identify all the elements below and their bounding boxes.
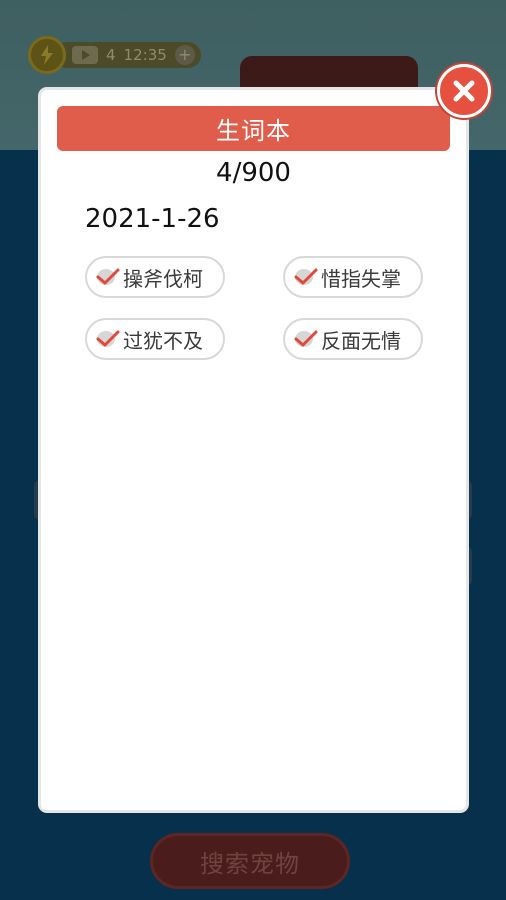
word-chip[interactable]: 过犹不及	[85, 318, 225, 360]
timer: 12:35	[123, 46, 167, 64]
hud-status-pill: 4 12:35 +	[54, 42, 201, 68]
video-count: 4	[106, 46, 116, 64]
word-chip[interactable]: 操斧伐柯	[85, 256, 225, 298]
word-text: 惜指失掌	[321, 266, 401, 291]
energy-icon[interactable]	[28, 36, 66, 74]
word-chip[interactable]: 惜指失掌	[283, 256, 423, 298]
video-icon[interactable]	[72, 46, 98, 64]
word-text: 过犹不及	[123, 328, 203, 353]
close-button[interactable]	[437, 64, 491, 118]
close-icon	[453, 80, 475, 102]
top-hud: 4 12:35 +	[28, 36, 201, 74]
word-grid: 操斧伐柯 惜指失掌 过犹不及 反面无情	[85, 256, 423, 360]
dialog-title: 生词本	[57, 106, 450, 151]
check-icon	[293, 328, 319, 350]
word-text: 反面无情	[321, 328, 401, 353]
progress-count: 4/900	[216, 158, 291, 188]
plus-icon[interactable]: +	[174, 45, 195, 65]
word-text: 操斧伐柯	[123, 266, 203, 291]
word-chip[interactable]: 反面无情	[283, 318, 423, 360]
check-icon	[95, 328, 121, 350]
check-icon	[293, 266, 319, 288]
date-label: 2021-1-26	[85, 204, 220, 234]
check-icon	[95, 266, 121, 288]
search-pet-button[interactable]: 搜索宠物	[150, 833, 350, 889]
word-book-dialog: 生词本 4/900 2021-1-26 操斧伐柯 惜指失掌 过犹不及 反面无情	[41, 90, 466, 810]
